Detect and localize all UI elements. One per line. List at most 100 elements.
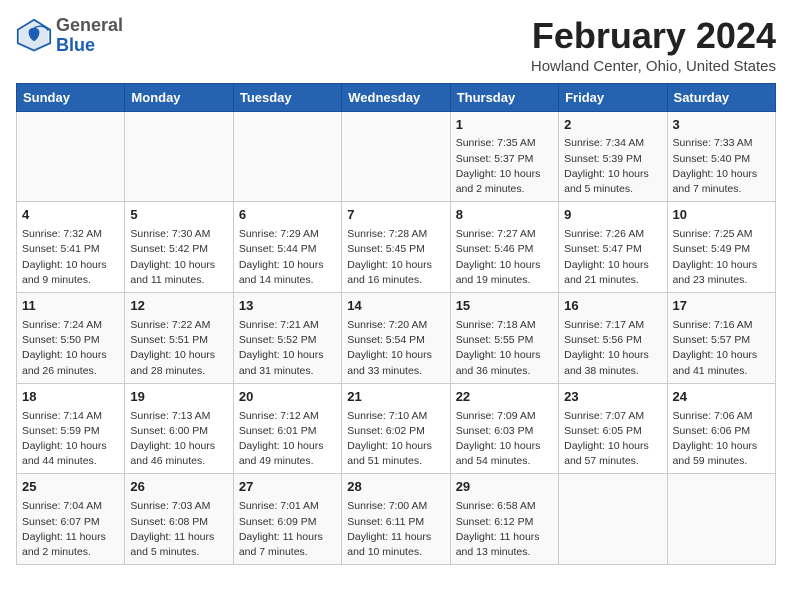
day-content: Sunrise: 7:34 AM [564,136,661,151]
day-content: and 11 minutes. [130,273,227,288]
title-block: February 2024 Howland Center, Ohio, Unit… [531,16,776,75]
calendar-cell: 29Sunrise: 6:58 AMSunset: 6:12 PMDayligh… [450,474,558,565]
day-content: Sunset: 5:54 PM [347,333,444,348]
logo-icon [16,18,52,54]
day-content: Sunrise: 7:32 AM [22,227,119,242]
day-content: Sunrise: 7:16 AM [673,318,770,333]
day-content: Sunset: 6:11 PM [347,515,444,530]
day-content: Sunset: 6:06 PM [673,424,770,439]
day-content: and 59 minutes. [673,454,770,469]
day-content: Sunrise: 7:13 AM [130,409,227,424]
day-content: Sunset: 5:47 PM [564,242,661,257]
calendar-cell [342,111,450,202]
day-content: Sunset: 6:09 PM [239,515,336,530]
calendar-cell: 3Sunrise: 7:33 AMSunset: 5:40 PMDaylight… [667,111,775,202]
col-header-saturday: Saturday [667,83,775,111]
day-content: and 33 minutes. [347,364,444,379]
month-year: February 2024 [531,16,776,56]
week-row-1: 1Sunrise: 7:35 AMSunset: 5:37 PMDaylight… [17,111,776,202]
day-number: 1 [456,116,553,135]
day-content: Sunrise: 7:09 AM [456,409,553,424]
calendar-cell: 1Sunrise: 7:35 AMSunset: 5:37 PMDaylight… [450,111,558,202]
day-content: and 31 minutes. [239,364,336,379]
col-header-wednesday: Wednesday [342,83,450,111]
day-number: 14 [347,297,444,316]
day-content: Sunset: 5:45 PM [347,242,444,257]
day-number: 26 [130,478,227,497]
calendar-cell: 8Sunrise: 7:27 AMSunset: 5:46 PMDaylight… [450,202,558,293]
day-number: 16 [564,297,661,316]
day-content: Sunset: 5:40 PM [673,152,770,167]
page-header: General Blue February 2024 Howland Cente… [16,16,776,75]
day-content: Sunset: 5:41 PM [22,242,119,257]
day-content: Sunrise: 7:20 AM [347,318,444,333]
day-content: Sunset: 6:07 PM [22,515,119,530]
col-header-tuesday: Tuesday [233,83,341,111]
day-content: and 7 minutes. [673,182,770,197]
day-content: Sunset: 5:44 PM [239,242,336,257]
calendar-cell: 6Sunrise: 7:29 AMSunset: 5:44 PMDaylight… [233,202,341,293]
calendar-cell: 2Sunrise: 7:34 AMSunset: 5:39 PMDaylight… [559,111,667,202]
day-content: Daylight: 10 hours [130,348,227,363]
day-content: Sunset: 5:59 PM [22,424,119,439]
week-row-4: 18Sunrise: 7:14 AMSunset: 5:59 PMDayligh… [17,383,776,474]
calendar-cell [559,474,667,565]
day-content: Sunset: 6:05 PM [564,424,661,439]
day-content: and 28 minutes. [130,364,227,379]
day-content: Daylight: 10 hours [564,439,661,454]
day-content: Daylight: 10 hours [673,258,770,273]
day-number: 15 [456,297,553,316]
day-content: Daylight: 10 hours [456,439,553,454]
day-content: Daylight: 10 hours [456,348,553,363]
day-content: and 23 minutes. [673,273,770,288]
day-content: Sunrise: 7:07 AM [564,409,661,424]
calendar-cell [667,474,775,565]
calendar-cell: 28 Sunrise: 7:00 AMSunset: 6:11 PMDayligh… [342,474,450,565]
day-content: Sunrise: 7:00 AM [347,499,444,514]
day-content: Daylight: 11 hours [347,530,444,545]
day-content: Sunset: 6:12 PM [456,515,553,530]
day-number: 8 [456,206,553,225]
day-content: Sunrise: 7:14 AM [22,409,119,424]
day-content: Daylight: 10 hours [22,258,119,273]
day-number: 23 [564,388,661,407]
day-content: Sunset: 6:01 PM [239,424,336,439]
calendar-cell [17,111,125,202]
day-content: Sunset: 5:42 PM [130,242,227,257]
calendar-cell: 23 Sunrise: 7:07 AMSunset: 6:05 PMDayligh… [559,383,667,474]
day-content: Daylight: 10 hours [564,167,661,182]
day-content: Daylight: 10 hours [239,348,336,363]
day-content: and 44 minutes. [22,454,119,469]
day-content: Daylight: 11 hours [239,530,336,545]
day-number: 25 [22,478,119,497]
day-content: Daylight: 10 hours [22,348,119,363]
day-content: Sunset: 5:46 PM [456,242,553,257]
day-content: Sunrise: 7:12 AM [239,409,336,424]
calendar-cell [125,111,233,202]
calendar-cell: 25Sunrise: 7:04 AMSunset: 6:07 PMDayligh… [17,474,125,565]
day-number: 20 [239,388,336,407]
calendar-cell: 7Sunrise: 7:28 AMSunset: 5:45 PMDaylight… [342,202,450,293]
day-content: and 41 minutes. [673,364,770,379]
day-content: and 36 minutes. [456,364,553,379]
day-content: and 19 minutes. [456,273,553,288]
day-number: 6 [239,206,336,225]
day-content: Daylight: 10 hours [456,258,553,273]
day-number: 18 [22,388,119,407]
day-content: Sunrise: 7:06 AM [673,409,770,424]
day-content: and 21 minutes. [564,273,661,288]
day-content: Daylight: 11 hours [22,530,119,545]
day-number: 28 [347,478,444,497]
day-number: 10 [673,206,770,225]
day-content: Sunset: 5:57 PM [673,333,770,348]
day-content: Sunset: 5:51 PM [130,333,227,348]
day-number: 4 [22,206,119,225]
day-number: 12 [130,297,227,316]
day-content: Daylight: 10 hours [22,439,119,454]
day-content: and 7 minutes. [239,545,336,560]
day-content: Daylight: 11 hours [456,530,553,545]
day-content: Sunrise: 7:33 AM [673,136,770,151]
day-content: Daylight: 11 hours [130,530,227,545]
day-number: 9 [564,206,661,225]
day-content: Sunset: 5:50 PM [22,333,119,348]
